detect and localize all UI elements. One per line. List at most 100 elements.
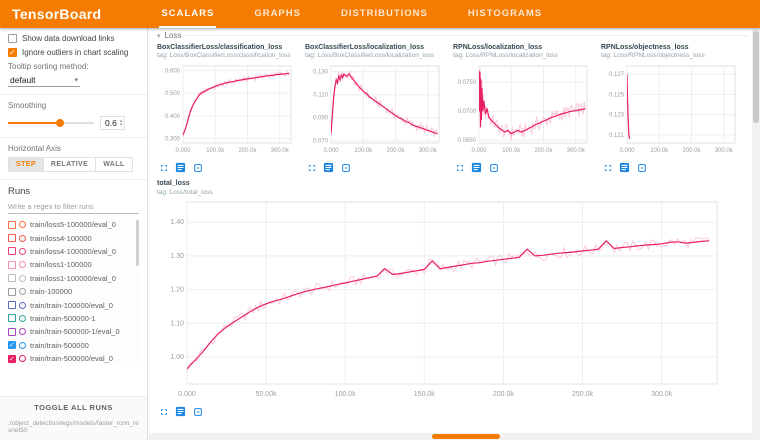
fullscreen-icon[interactable] <box>157 405 170 418</box>
runs-scrollbar-thumb[interactable] <box>136 220 139 266</box>
toggle-all-runs-button[interactable]: TOGGLE ALL RUNS <box>0 397 147 418</box>
svg-text:0.123: 0.123 <box>609 113 625 119</box>
run-checkbox[interactable] <box>8 314 16 322</box>
sidebar: Show data download links Ignore outliers… <box>0 28 148 440</box>
fit-domain-icon[interactable] <box>191 161 204 174</box>
run-checkbox[interactable] <box>8 274 16 282</box>
run-label: train/train-500000-1 <box>30 314 134 323</box>
chart-plot[interactable]: 0.06500.07000.07500.000100.0k200.0k300.0… <box>453 62 591 154</box>
fullscreen-icon[interactable] <box>601 161 614 174</box>
chart-actions <box>157 161 295 174</box>
axis-relative-button[interactable]: RELATIVE <box>44 157 96 172</box>
run-checkbox[interactable] <box>8 234 16 242</box>
checkbox-icon[interactable] <box>8 48 17 57</box>
run-isolator-icon[interactable] <box>19 342 26 349</box>
smoothing-value-input[interactable]: 0.6 ▴▾ <box>100 116 125 130</box>
option-ignore-outliers[interactable]: Ignore outliers in chart scaling <box>8 48 139 57</box>
svg-text:1.00: 1.00 <box>170 354 184 361</box>
fullscreen-icon[interactable] <box>453 161 466 174</box>
run-item[interactable]: train/loss4-100000/eval_0 <box>8 245 139 258</box>
tag-group-header[interactable]: ▾ Loss <box>157 31 748 40</box>
svg-text:0.090: 0.090 <box>313 116 329 122</box>
run-checkbox[interactable] <box>8 355 16 363</box>
fit-domain-icon[interactable] <box>191 405 204 418</box>
tab-graphs[interactable]: GRAPHS <box>252 0 303 28</box>
svg-text:0.070: 0.070 <box>313 139 329 145</box>
tooltip-sort-select[interactable]: default ▾ <box>8 74 80 87</box>
vertical-scrollbar-thumb[interactable] <box>753 31 759 123</box>
data-table-icon[interactable] <box>174 161 187 174</box>
chart-title: BoxClassifierLoss/classification_loss <box>157 44 295 52</box>
run-isolator-icon[interactable] <box>19 288 26 295</box>
slider-handle[interactable] <box>56 119 64 127</box>
chart-title: RPNLoss/localization_loss <box>453 44 591 52</box>
run-item[interactable]: train/loss1-100000 <box>8 258 139 271</box>
axis-step-button[interactable]: STEP <box>8 157 44 172</box>
chart-plot[interactable]: 0.1210.1230.1250.1270.000100.0k200.0k300… <box>601 62 739 154</box>
spinner-arrows-icon[interactable]: ▴▾ <box>120 119 123 127</box>
tab-scalars[interactable]: SCALARS <box>159 0 216 28</box>
run-isolator-icon[interactable] <box>19 275 26 282</box>
run-item[interactable]: train/train-500000-1 <box>8 312 139 325</box>
horizontal-scrollbar-thumb[interactable] <box>432 434 500 439</box>
chart-plot[interactable]: 1.001.101.201.301.400.00050.00k100.0k150… <box>157 198 727 398</box>
fullscreen-icon[interactable] <box>157 161 170 174</box>
run-checkbox[interactable] <box>8 341 16 349</box>
run-isolator-icon[interactable] <box>19 248 26 255</box>
run-item[interactable]: train-100000 <box>8 285 139 298</box>
run-isolator-icon[interactable] <box>19 302 26 309</box>
svg-text:0.0750: 0.0750 <box>458 80 477 86</box>
axis-wall-button[interactable]: WALL <box>96 157 132 172</box>
run-isolator-icon[interactable] <box>19 328 26 335</box>
tab-distributions[interactable]: DISTRIBUTIONS <box>339 0 430 28</box>
run-checkbox[interactable] <box>8 247 16 255</box>
run-item[interactable]: train/train-100000/eval_0 <box>8 298 139 311</box>
svg-text:150.0k: 150.0k <box>414 391 436 398</box>
run-label: train/train-100000/eval_0 <box>30 301 134 310</box>
data-table-icon[interactable] <box>470 161 483 174</box>
vertical-scrollbar[interactable] <box>752 28 760 440</box>
chart-title: BoxClassifierLoss/localization_loss <box>305 44 443 52</box>
fit-domain-icon[interactable] <box>635 161 648 174</box>
svg-text:200.0k: 200.0k <box>386 148 405 154</box>
run-item[interactable]: train/train-500000 <box>8 339 139 352</box>
data-table-icon[interactable] <box>618 161 631 174</box>
tab-histograms[interactable]: HISTOGRAMS <box>466 0 544 28</box>
horizontal-scrollbar[interactable] <box>149 433 752 440</box>
svg-text:100.0k: 100.0k <box>335 391 357 398</box>
chart-plot[interactable]: 0.3000.4000.5000.6000.000100.0k200.0k300… <box>157 62 295 154</box>
run-item[interactable]: train/loss1-100000/eval_0 <box>8 272 139 285</box>
run-checkbox[interactable] <box>8 288 16 296</box>
run-isolator-icon[interactable] <box>19 235 26 242</box>
run-label: train/loss5-100000/eval_0 <box>30 220 134 229</box>
run-item[interactable]: train/loss5-100000/eval_0 <box>8 218 139 231</box>
run-checkbox[interactable] <box>8 221 16 229</box>
chart-tag: tag: Loss/RPNLoss/objectness_loss <box>601 52 739 60</box>
data-table-icon[interactable] <box>322 161 335 174</box>
run-item[interactable]: train/loss4-100000 <box>8 231 139 244</box>
option-show-data-download-links[interactable]: Show data download links <box>8 34 139 43</box>
data-table-icon[interactable] <box>174 405 187 418</box>
fit-domain-icon[interactable] <box>339 161 352 174</box>
svg-text:1.30: 1.30 <box>170 253 184 260</box>
fit-domain-icon[interactable] <box>487 161 500 174</box>
smoothing-slider[interactable] <box>8 118 94 128</box>
option-label: Show data download links <box>22 34 115 43</box>
chart-actions <box>453 161 591 174</box>
run-isolator-icon[interactable] <box>19 355 26 362</box>
run-checkbox[interactable] <box>8 328 16 336</box>
run-item[interactable]: train/train-500000-1/eval_0 <box>8 325 139 338</box>
chart-plot[interactable]: 0.0700.0900.1100.1300.000100.0k200.0k300… <box>305 62 443 154</box>
run-isolator-icon[interactable] <box>19 315 26 322</box>
run-isolator-icon[interactable] <box>19 221 26 228</box>
checkbox-icon[interactable] <box>8 34 17 43</box>
run-isolator-icon[interactable] <box>19 261 26 268</box>
small-charts-row: BoxClassifierLoss/classification_losstag… <box>157 44 752 174</box>
fullscreen-icon[interactable] <box>305 161 318 174</box>
runs-filter-input[interactable] <box>8 200 139 214</box>
run-checkbox[interactable] <box>8 301 16 309</box>
run-item[interactable]: train/train-500000/eval_0 <box>8 352 139 365</box>
svg-text:0.0650: 0.0650 <box>458 138 477 144</box>
run-checkbox[interactable] <box>8 261 16 269</box>
svg-text:200.0k: 200.0k <box>534 148 553 154</box>
